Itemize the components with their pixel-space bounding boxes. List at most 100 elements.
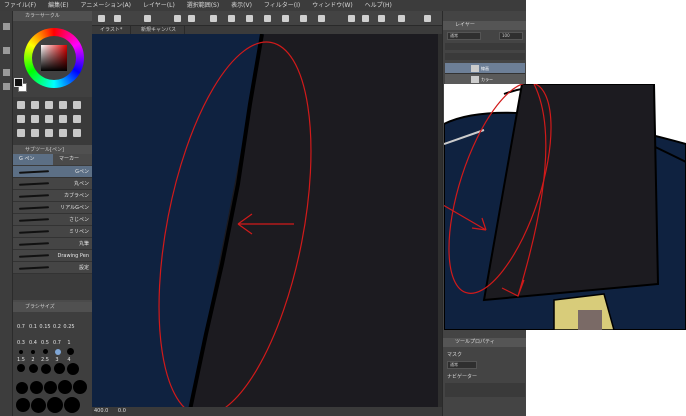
size-dot[interactable] <box>67 363 79 375</box>
tab-document-1[interactable]: イラスト* <box>92 26 132 34</box>
zoomed-canvas[interactable] <box>92 34 438 410</box>
save-icon[interactable] <box>144 15 151 22</box>
text-tool-icon[interactable] <box>59 129 67 137</box>
size-dot[interactable] <box>58 380 72 394</box>
pen-icon[interactable] <box>398 15 405 22</box>
size-dot[interactable] <box>31 398 46 413</box>
move-tool-icon[interactable] <box>17 101 25 109</box>
menu-item-file[interactable]: ファイル(F) <box>0 0 42 11</box>
menu-item-animation[interactable]: アニメーション(A) <box>76 0 137 11</box>
saturation-value-square[interactable] <box>41 45 67 71</box>
zoom-tool-icon[interactable] <box>31 101 39 109</box>
brush-size-title: ブラシサイズ <box>13 302 92 312</box>
eyedropper-icon[interactable] <box>348 15 355 22</box>
size-dot[interactable] <box>16 382 28 394</box>
size-dot[interactable] <box>17 364 25 372</box>
size-dot[interactable] <box>41 364 51 374</box>
layer-toolbar-2 <box>445 53 525 60</box>
menu-item-window[interactable]: ウィンドウ(W) <box>308 0 359 11</box>
size-dot[interactable] <box>47 397 63 413</box>
size-dot[interactable] <box>64 397 80 413</box>
reference-image <box>444 84 686 330</box>
white-margin-bottom <box>526 330 686 416</box>
open-file-icon[interactable] <box>114 15 121 22</box>
reference-drawing <box>444 84 686 330</box>
size-dot[interactable] <box>43 349 48 354</box>
brush-tool-icon[interactable] <box>45 115 53 123</box>
color-set-tab-icon[interactable] <box>3 69 10 76</box>
layer-row[interactable]: 線画 <box>445 63 525 74</box>
brush-item[interactable]: 丸ペン <box>13 178 92 190</box>
sub-tool-tabs: G ペン マーカー <box>13 154 92 165</box>
redo-icon[interactable] <box>188 15 195 22</box>
color-slider-tab-icon[interactable] <box>3 47 10 54</box>
menu-item-view[interactable]: 表示(V) <box>227 0 258 11</box>
brush-item[interactable]: Drawing Pen <box>13 250 92 262</box>
menu-item-selection[interactable]: 選択範囲(S) <box>183 0 226 11</box>
brush-item[interactable]: リアルGペン <box>13 202 92 214</box>
size-dot[interactable] <box>16 398 30 412</box>
gradient-tool-icon[interactable] <box>45 129 53 137</box>
angle-readout[interactable]: 0.0 <box>118 408 126 414</box>
tool-property-title: ツールプロパティ <box>443 338 527 347</box>
menu-item-help[interactable]: ヘルプ(H) <box>361 0 398 11</box>
brush-item[interactable]: さじペン <box>13 214 92 226</box>
new-file-icon[interactable] <box>98 15 105 22</box>
size-dot[interactable] <box>67 348 74 355</box>
fill-tool-icon[interactable] <box>31 129 39 137</box>
menu-item-edit[interactable]: 編集(E) <box>44 0 74 11</box>
foreground-color-swatch[interactable] <box>14 78 23 87</box>
star-icon[interactable] <box>378 15 385 22</box>
brush-item[interactable]: 設定 <box>13 262 92 274</box>
deselect-icon[interactable] <box>300 15 307 22</box>
blend-tool-icon[interactable] <box>73 115 81 123</box>
menu-item-filter[interactable]: フィルター(I) <box>260 0 306 11</box>
size-dot[interactable] <box>29 364 38 373</box>
menu-item-layer[interactable]: レイヤー(L) <box>139 0 181 11</box>
fill-icon[interactable] <box>318 15 325 22</box>
color-wheel-tab-icon[interactable] <box>3 23 10 30</box>
intermediate-color-tab-icon[interactable] <box>3 83 10 90</box>
opacity-field[interactable]: 100 <box>499 32 523 40</box>
airbrush-tool-icon[interactable] <box>59 115 67 123</box>
size-dot[interactable] <box>54 363 65 374</box>
brush-item[interactable]: カブラペン <box>13 190 92 202</box>
size-row-1: 0.7 0.1 0.15 0.2 0.25 <box>17 324 75 330</box>
pen-tool-icon[interactable] <box>17 115 25 123</box>
navigator-label: ナビゲーター <box>447 374 478 380</box>
tab-document-2[interactable]: 新規キャンバス <box>133 26 186 34</box>
eraser-tool-icon[interactable] <box>17 129 25 137</box>
brush-item[interactable]: 丸筆 <box>13 238 92 250</box>
mode-select[interactable]: 通常 <box>447 361 477 369</box>
size-dot[interactable] <box>73 380 87 394</box>
size-dot-selected[interactable] <box>55 349 61 355</box>
pencil-tool-icon[interactable] <box>31 115 39 123</box>
size-dot[interactable] <box>44 381 57 394</box>
snap-icon[interactable] <box>228 15 235 22</box>
color-panel-title: カラーサークル <box>13 11 92 21</box>
grid-icon[interactable] <box>282 15 289 22</box>
ruler-tool-icon[interactable] <box>73 129 81 137</box>
blend-mode-select[interactable]: 通常 <box>447 32 481 40</box>
tab-g-pen[interactable]: G ペン <box>13 154 53 165</box>
size-dot[interactable] <box>19 350 23 354</box>
brush-item[interactable]: Gペン <box>13 166 92 178</box>
size-dot[interactable] <box>31 350 35 354</box>
tab-marker[interactable]: マーカー <box>53 154 92 165</box>
left-toolbar-strip <box>0 11 13 416</box>
zoom-readout[interactable]: 400.0 <box>94 408 108 414</box>
brush-item[interactable]: ミリペン <box>13 226 92 238</box>
selection-icon[interactable] <box>264 15 271 22</box>
brush-icon[interactable] <box>362 15 369 22</box>
layer-panel-title: レイヤー <box>443 21 527 30</box>
transform-icon[interactable] <box>210 15 217 22</box>
settings-icon[interactable] <box>424 15 431 22</box>
undo-icon[interactable] <box>174 15 181 22</box>
white-margin-top <box>526 0 686 84</box>
select-tool-icon[interactable] <box>45 101 53 109</box>
eyedropper-tool-icon[interactable] <box>73 101 81 109</box>
ruler-icon[interactable] <box>246 15 253 22</box>
lasso-tool-icon[interactable] <box>59 101 67 109</box>
size-dot[interactable] <box>30 381 43 394</box>
navigator-preview[interactable] <box>445 383 525 397</box>
